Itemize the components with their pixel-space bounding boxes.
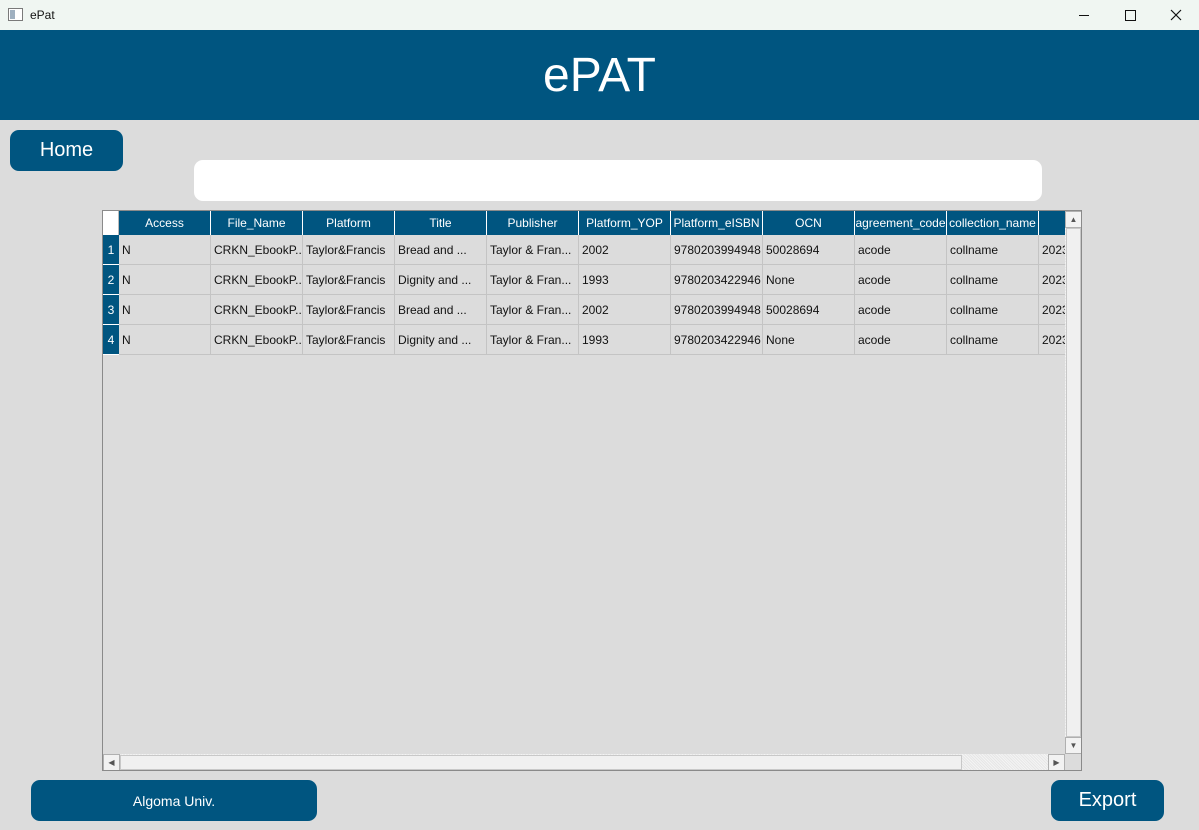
table-cell[interactable]: N [119, 295, 211, 325]
table-cell[interactable]: CRKN_EbookP... [211, 235, 303, 265]
minimize-icon[interactable] [1061, 0, 1107, 30]
table-cell[interactable]: 2002 [579, 235, 671, 265]
table-cell[interactable]: 2023 [1039, 325, 1065, 355]
app-icon [8, 8, 23, 21]
table-cell[interactable]: Taylor&Francis [303, 325, 395, 355]
scroll-left-icon[interactable]: ◀ [103, 754, 120, 770]
window-title: ePat [30, 8, 55, 22]
horizontal-scrollbar[interactable]: ◀ ▶ [103, 754, 1065, 770]
table-cell[interactable]: 2002 [579, 295, 671, 325]
table-cell[interactable]: Dignity and ... [395, 265, 487, 295]
column-header[interactable]: collection_name [947, 211, 1039, 235]
table-cell[interactable]: collname [947, 235, 1039, 265]
table-cell[interactable]: 9780203422946 [671, 325, 763, 355]
scroll-down-icon[interactable]: ▼ [1065, 737, 1081, 754]
column-header[interactable]: Platform_YOP [579, 211, 671, 235]
table-cell[interactable]: Taylor & Fran... [487, 265, 579, 295]
scrollbar-corner [1065, 754, 1081, 770]
table-cell[interactable]: acode [855, 235, 947, 265]
table-cell[interactable]: 2023 [1039, 235, 1065, 265]
row-header[interactable]: 4 [103, 325, 119, 355]
app-header: ePAT [0, 30, 1199, 120]
table-cell[interactable]: 1993 [579, 325, 671, 355]
table-cell[interactable]: collname [947, 325, 1039, 355]
table-cell[interactable]: CRKN_EbookP... [211, 265, 303, 295]
row-header[interactable]: 1 [103, 235, 119, 265]
table-cell[interactable]: N [119, 325, 211, 355]
vertical-scrollbar[interactable]: ▲ ▼ [1065, 211, 1081, 754]
table-viewport: Access File_Name Platform Title Publisher Pla… [103, 211, 1065, 754]
table-corner[interactable] [103, 211, 119, 235]
table-cell[interactable]: collname [947, 265, 1039, 295]
table-cell[interactable]: 50028694 [763, 235, 855, 265]
column-header[interactable]: Platform [303, 211, 395, 235]
table-cell[interactable]: N [119, 235, 211, 265]
table-cell[interactable]: 2023 [1039, 295, 1065, 325]
column-header[interactable]: agreement_code [855, 211, 947, 235]
column-header[interactable]: OCN [763, 211, 855, 235]
table-cell[interactable]: N [119, 265, 211, 295]
app-title: ePAT [543, 48, 656, 102]
vertical-scroll-thumb[interactable] [1066, 228, 1081, 737]
table-cell[interactable]: Bread and ... [395, 235, 487, 265]
table-cell[interactable]: acode [855, 325, 947, 355]
table-cell[interactable]: Taylor&Francis [303, 265, 395, 295]
table-cell[interactable]: None [763, 325, 855, 355]
table-cell[interactable]: acode [855, 265, 947, 295]
horizontal-scroll-thumb[interactable] [120, 755, 962, 770]
table-cell[interactable]: 9780203994948 [671, 235, 763, 265]
table-cell[interactable]: 2023 [1039, 265, 1065, 295]
table-cell[interactable]: Dignity and ... [395, 325, 487, 355]
scroll-up-icon[interactable]: ▲ [1065, 211, 1081, 228]
data-table: Access File_Name Platform Title Publisher Pla… [102, 210, 1082, 771]
table-cell[interactable]: CRKN_EbookP... [211, 295, 303, 325]
table-cell[interactable]: 9780203422946 [671, 265, 763, 295]
table-cell[interactable]: None [763, 265, 855, 295]
table-cell[interactable]: Taylor&Francis [303, 295, 395, 325]
close-icon[interactable] [1153, 0, 1199, 30]
window-titlebar: ePat [0, 0, 1199, 30]
table-cell[interactable]: 9780203994948 [671, 295, 763, 325]
home-button[interactable]: Home [10, 130, 123, 171]
table-cell[interactable]: CRKN_EbookP... [211, 325, 303, 355]
university-button[interactable]: Algoma Univ. [31, 780, 317, 821]
search-input[interactable] [194, 160, 1042, 201]
table-cell[interactable]: Bread and ... [395, 295, 487, 325]
row-header[interactable]: 2 [103, 265, 119, 295]
column-header[interactable]: Platform_eISBN [671, 211, 763, 235]
table-cell[interactable]: Taylor & Fran... [487, 235, 579, 265]
scroll-right-icon[interactable]: ▶ [1048, 754, 1065, 770]
column-header[interactable]: Access [119, 211, 211, 235]
column-header[interactable]: Publisher [487, 211, 579, 235]
row-header[interactable]: 3 [103, 295, 119, 325]
table-cell[interactable]: Taylor & Fran... [487, 325, 579, 355]
table-cell[interactable]: acode [855, 295, 947, 325]
table-cell[interactable]: Taylor&Francis [303, 235, 395, 265]
column-header[interactable]: Title [395, 211, 487, 235]
maximize-icon[interactable] [1107, 0, 1153, 30]
column-header[interactable]: metad [1039, 211, 1065, 235]
export-button[interactable]: Export [1051, 780, 1164, 821]
table-cell[interactable]: 1993 [579, 265, 671, 295]
table-cell[interactable]: 50028694 [763, 295, 855, 325]
table-cell[interactable]: Taylor & Fran... [487, 295, 579, 325]
column-header[interactable]: File_Name [211, 211, 303, 235]
table-cell[interactable]: collname [947, 295, 1039, 325]
